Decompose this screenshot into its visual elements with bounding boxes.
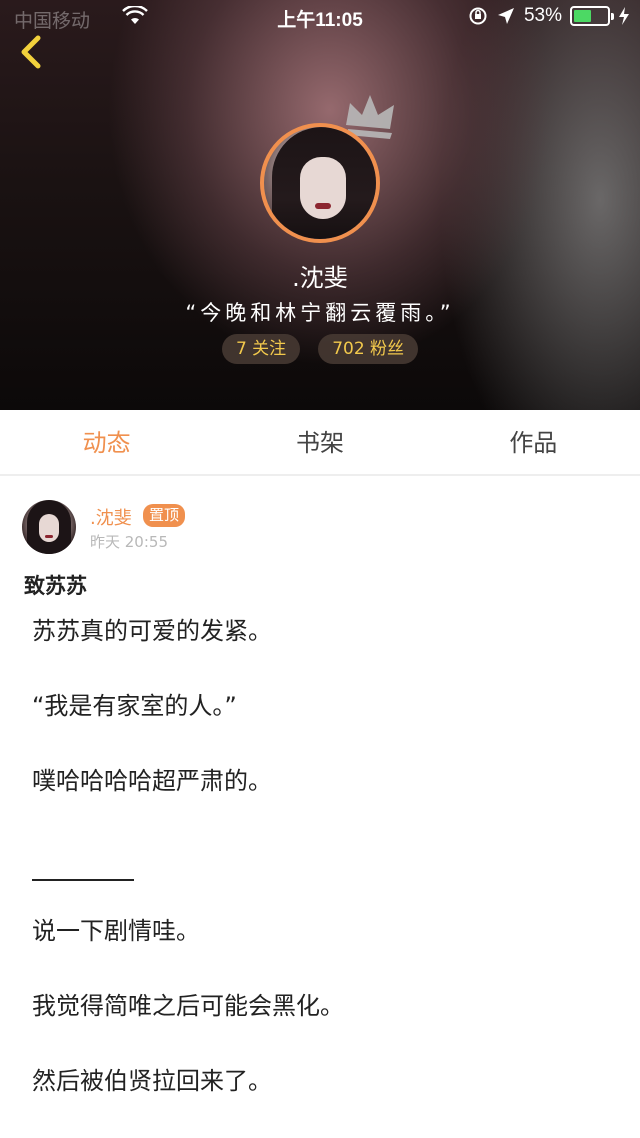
profile-header: 中国移动 上午11:05 53% .沈斐 “今晚和林宁翻云覆雨。” 7 关注 7…	[0, 0, 640, 410]
post-paragraph: 然后被伯贤拉回来了。	[32, 1067, 272, 1095]
battery-icon	[570, 6, 614, 26]
post-avatar[interactable]	[22, 500, 76, 554]
profile-avatar[interactable]	[260, 123, 380, 243]
following-count[interactable]: 7 关注	[221, 334, 301, 364]
post-divider	[32, 838, 622, 913]
charging-icon	[619, 7, 629, 25]
pinned-badge: 置顶	[143, 504, 186, 527]
post-paragraph: 苏苏真的可爱的发紧。	[32, 617, 272, 645]
post-paragraph: 说一下剧情哇。	[32, 917, 200, 945]
post-header: .沈斐 置顶 昨天 20:55	[22, 500, 622, 556]
profile-name: .沈斐	[292, 264, 348, 292]
post-paragraph: 噗哈哈哈哈超严肃的。	[32, 767, 272, 795]
profile-stats: 7 关注 702 粉丝	[0, 334, 640, 364]
post-title: 致苏苏	[24, 574, 87, 598]
post-body: 苏苏真的可爱的发紧。 “我是有家室的人。” 噗哈哈哈哈超严肃的。 说一下剧情哇。…	[32, 613, 622, 1138]
post-paragraph: 我觉得简唯之后可能会黑化。	[32, 992, 344, 1020]
avatar	[260, 123, 380, 243]
tab-bookshelf[interactable]: 书架	[213, 410, 426, 474]
tab-works[interactable]: 作品	[427, 410, 640, 474]
back-button[interactable]	[12, 32, 50, 72]
status-bar: 中国移动 上午11:05 53%	[0, 0, 640, 34]
followers-count[interactable]: 702 粉丝	[318, 334, 419, 364]
profile-tabs: 动态 书架 作品	[0, 410, 640, 476]
location-icon	[497, 8, 514, 24]
post-time: 昨天 20:55	[90, 533, 168, 551]
profile-signature: “今晚和林宁翻云覆雨。”	[185, 301, 455, 325]
rotation-lock-icon	[469, 7, 487, 25]
post-paragraph: “我是有家室的人。”	[32, 692, 237, 720]
tab-dynamics[interactable]: 动态	[0, 410, 213, 474]
battery-level	[574, 10, 591, 22]
battery-percent: 53%	[523, 5, 562, 26]
post-author[interactable]: .沈斐	[90, 504, 132, 530]
